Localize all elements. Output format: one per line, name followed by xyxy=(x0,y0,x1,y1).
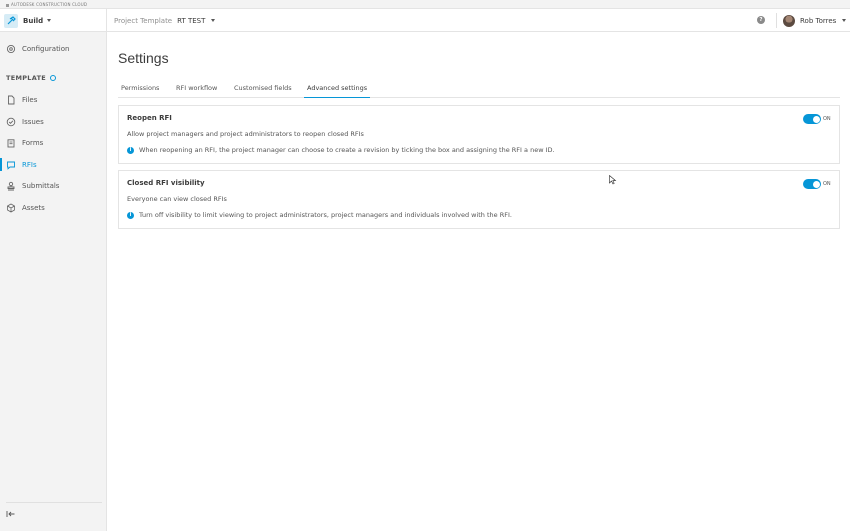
note-text: When reopening an RFI, the project manag… xyxy=(139,146,555,154)
section-label-text: TEMPLATE xyxy=(6,74,47,82)
sidebar-item-label: Configuration xyxy=(22,44,70,53)
help-icon[interactable]: ? xyxy=(757,16,765,24)
closed-rfi-visibility-card: Closed RFI visibility ON Everyone can vi… xyxy=(118,170,840,229)
avatar xyxy=(783,14,795,27)
sidebar-item-rfis[interactable]: RFIs xyxy=(0,156,106,173)
sidebar-item-label: Issues xyxy=(22,117,44,126)
project-label: Project Template xyxy=(114,16,173,25)
app-switcher[interactable]: Build xyxy=(0,9,107,32)
info-icon: i xyxy=(127,146,134,154)
sidebar-item-label: Files xyxy=(22,95,38,104)
sidebar: Configuration TEMPLATE Files Issues Form… xyxy=(0,32,107,531)
user-menu[interactable]: Rob Torres xyxy=(783,9,847,32)
settings-tabs: Permissions RFI workflow Customised fiel… xyxy=(118,84,840,98)
card-description: Allow project managers and project admin… xyxy=(127,130,364,138)
sidebar-item-configuration[interactable]: Configuration xyxy=(0,40,106,57)
file-icon xyxy=(8,95,15,104)
tab-permissions[interactable]: Permissions xyxy=(118,84,162,98)
closed-rfi-visibility-toggle[interactable] xyxy=(803,179,821,189)
chevron-down-icon xyxy=(211,19,216,22)
gear-icon xyxy=(6,44,16,53)
sidebar-item-assets[interactable]: Assets xyxy=(0,199,106,216)
card-note: i Turn off visibility to limit viewing t… xyxy=(127,211,512,219)
sidebar-item-submittals[interactable]: Submittals xyxy=(0,177,106,194)
sidebar-item-label: Submittals xyxy=(22,181,60,190)
stamp-icon xyxy=(7,181,15,190)
cube-icon xyxy=(7,203,15,212)
chat-icon xyxy=(7,161,15,170)
card-note: i When reopening an RFI, the project man… xyxy=(127,146,555,154)
reopen-rfi-card: Reopen RFI ON Allow project managers and… xyxy=(118,105,840,164)
tab-advanced-settings[interactable]: Advanced settings xyxy=(304,84,371,98)
project-selector[interactable]: Project Template RT TEST xyxy=(114,9,216,32)
chevron-down-icon xyxy=(842,19,847,22)
sidebar-item-forms[interactable]: Forms xyxy=(0,134,106,151)
card-title: Closed RFI visibility xyxy=(127,179,205,187)
info-icon[interactable] xyxy=(50,75,57,81)
toggle-label: ON xyxy=(823,116,831,122)
info-icon: i xyxy=(127,211,134,219)
sidebar-item-files[interactable]: Files xyxy=(0,91,106,108)
sidebar-item-issues[interactable]: Issues xyxy=(0,113,106,130)
user-name: Rob Torres xyxy=(800,16,837,25)
divider xyxy=(6,502,102,503)
sidebar-item-label: Forms xyxy=(22,138,44,147)
card-description: Everyone can view closed RFIs xyxy=(127,195,227,203)
chevron-down-icon xyxy=(47,19,52,22)
hammer-icon xyxy=(4,13,18,28)
page-title: Settings xyxy=(118,50,169,66)
divider xyxy=(776,13,777,28)
app-name: Build xyxy=(23,16,44,25)
note-text: Turn off visibility to limit viewing to … xyxy=(139,211,512,219)
sidebar-item-label: Assets xyxy=(22,203,45,212)
autodesk-logo-icon xyxy=(6,3,9,7)
collapse-sidebar-icon[interactable] xyxy=(6,509,16,519)
card-title: Reopen RFI xyxy=(127,114,172,122)
tab-customised-fields[interactable]: Customised fields xyxy=(231,84,295,98)
sidebar-section-label: TEMPLATE xyxy=(6,74,57,82)
toggle-label: ON xyxy=(823,181,831,187)
project-name: RT TEST xyxy=(177,16,206,25)
clipboard-icon xyxy=(7,138,15,147)
brand-bar: AUTODESK CONSTRUCTION CLOUD xyxy=(0,0,850,9)
mouse-cursor-icon xyxy=(609,175,617,185)
check-circle-icon xyxy=(6,117,16,126)
main-content: Settings Permissions RFI workflow Custom… xyxy=(107,32,850,531)
tab-rfi-workflow[interactable]: RFI workflow xyxy=(173,84,220,98)
top-bar: Build Project Template RT TEST ? Rob Tor… xyxy=(0,9,850,32)
sidebar-item-label: RFIs xyxy=(22,160,37,169)
reopen-rfi-toggle[interactable] xyxy=(803,114,821,124)
brand-text: AUTODESK CONSTRUCTION CLOUD xyxy=(11,2,88,7)
